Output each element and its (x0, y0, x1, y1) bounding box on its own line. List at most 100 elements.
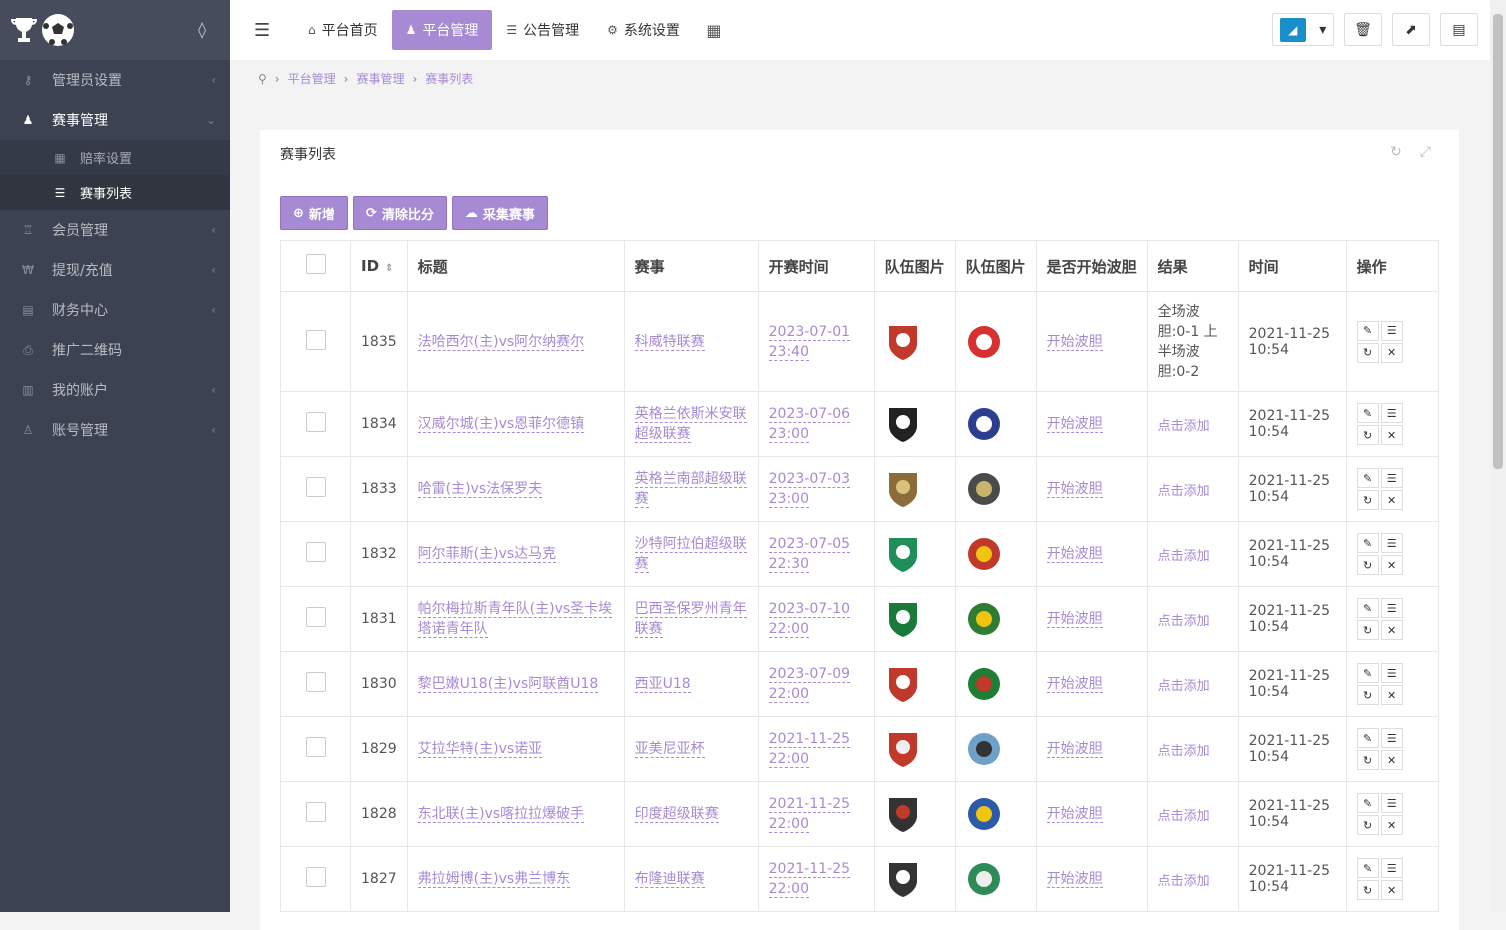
external-link-button[interactable]: ⬈ (1392, 13, 1430, 46)
scrollbar[interactable] (1490, 0, 1506, 912)
list-icon[interactable]: ☰ (1380, 793, 1403, 813)
match-title-link[interactable]: 东北联(主)vs喀拉拉爆破手 (417, 806, 585, 823)
match-title-link[interactable]: 汉威尔城(主)vs恩菲尔德镇 (417, 416, 585, 433)
add-result-link[interactable]: 点击添加 (1158, 874, 1210, 889)
select-all-checkbox[interactable] (305, 254, 326, 274)
start-time-link[interactable]: 2021-11-25 22:00 (768, 796, 851, 833)
refresh-icon[interactable]: ↻ (1356, 880, 1379, 900)
start-bodan-link[interactable]: 开始波胆 (1046, 741, 1103, 758)
list-icon[interactable]: ☰ (1380, 320, 1403, 341)
trash-button[interactable]: 🗑 (1344, 13, 1382, 46)
refresh-icon[interactable]: ↻ (1356, 425, 1379, 445)
start-bodan-link[interactable]: 开始波胆 (1046, 806, 1103, 823)
hamburger-menu-icon[interactable]: ☰ (254, 20, 280, 41)
start-time-link[interactable]: 2023-07-10 22:00 (768, 601, 851, 638)
row-checkbox[interactable] (305, 607, 326, 627)
breadcrumb-current[interactable]: 赛事列表 (425, 70, 473, 87)
nav-home[interactable]: ⌂ 平台首页 (294, 10, 392, 50)
start-bodan-link[interactable]: 开始波胆 (1046, 871, 1103, 888)
close-icon[interactable]: ✕ (1380, 490, 1403, 510)
start-time-link[interactable]: 2021-11-25 22:00 (768, 861, 851, 898)
edit-icon[interactable]: ✎ (1356, 403, 1379, 423)
edit-icon[interactable]: ✎ (1356, 728, 1379, 748)
sidebar-subitem-match-list[interactable]: ☰ 赛事列表 (0, 175, 230, 210)
league-link[interactable]: 亚美尼亚杯 (634, 741, 705, 758)
list-icon[interactable]: ☰ (1380, 858, 1403, 878)
refresh-icon[interactable]: ↻ (1356, 815, 1379, 835)
start-bodan-link[interactable]: 开始波胆 (1046, 416, 1103, 433)
match-title-link[interactable]: 阿尔菲斯(主)vs达马克 (417, 546, 557, 563)
close-icon[interactable]: ✕ (1380, 685, 1403, 705)
league-link[interactable]: 布隆迪联赛 (634, 871, 705, 888)
row-checkbox[interactable] (305, 477, 326, 497)
collect-match-button[interactable]: ☁ 采集赛事 (451, 196, 548, 230)
row-checkbox[interactable] (305, 802, 326, 822)
close-icon[interactable]: ✕ (1380, 880, 1403, 900)
add-result-link[interactable]: 点击添加 (1158, 614, 1210, 629)
close-icon[interactable]: ✕ (1380, 620, 1403, 640)
start-bodan-link[interactable]: 开始波胆 (1046, 546, 1103, 563)
list-icon[interactable]: ☰ (1380, 533, 1403, 553)
scrollbar-thumb[interactable] (1493, 14, 1503, 469)
apps-grid-icon[interactable]: ▦ (694, 21, 734, 40)
start-bodan-link[interactable]: 开始波胆 (1046, 676, 1103, 693)
refresh-icon[interactable]: ↻ (1356, 750, 1379, 770)
start-time-link[interactable]: 2023-07-01 23:40 (768, 323, 851, 361)
nav-platform[interactable]: ♟ 平台管理 (391, 10, 493, 50)
column-header-id[interactable]: ID ⇕ (350, 240, 408, 292)
sidebar-item-accounts[interactable]: ♙ 账号管理 ‹ (0, 410, 230, 450)
edit-icon[interactable]: ✎ (1356, 793, 1379, 813)
league-link[interactable]: 英格兰依斯米安联超级联赛 (634, 406, 747, 443)
close-icon[interactable]: ✕ (1380, 750, 1403, 770)
league-link[interactable]: 科威特联赛 (634, 333, 705, 351)
list-icon[interactable]: ☰ (1380, 468, 1403, 488)
clear-score-button[interactable]: ⟳ 清除比分 (352, 196, 447, 230)
league-link[interactable]: 印度超级联赛 (634, 806, 719, 823)
close-icon[interactable]: ✕ (1380, 425, 1403, 445)
nav-settings[interactable]: ⚙ 系统设置 (593, 10, 694, 50)
start-time-link[interactable]: 2023-07-05 22:30 (768, 536, 851, 573)
row-checkbox[interactable] (305, 672, 326, 692)
breadcrumb-link[interactable]: 赛事管理 (356, 70, 404, 87)
row-checkbox[interactable] (305, 737, 326, 757)
add-button[interactable]: ⊕ 新增 (280, 196, 348, 230)
add-result-link[interactable]: 点击添加 (1158, 484, 1210, 499)
sidebar-subitem-odds[interactable]: ▦ 赔率设置 (0, 140, 230, 175)
edit-icon[interactable]: ✎ (1356, 858, 1379, 878)
start-time-link[interactable]: 2023-07-03 23:00 (768, 471, 851, 508)
match-title-link[interactable]: 法哈西尔(主)vs阿尔纳赛尔 (417, 333, 585, 351)
close-icon[interactable]: ✕ (1380, 342, 1403, 363)
refresh-icon[interactable]: ↻ (1390, 144, 1402, 160)
match-title-link[interactable]: 哈雷(主)vs法保罗夫 (417, 481, 543, 498)
sidebar-item-withdraw[interactable]: ₩ 提现/充值 ‹ (0, 250, 230, 290)
league-link[interactable]: 英格兰南部超级联赛 (634, 471, 747, 508)
edit-icon[interactable]: ✎ (1356, 598, 1379, 618)
edit-icon[interactable]: ✎ (1356, 533, 1379, 553)
start-time-link[interactable]: 2023-07-06 23:00 (768, 406, 851, 443)
league-link[interactable]: 西亚U18 (634, 676, 691, 693)
fullscreen-icon[interactable]: ⤢ (1420, 144, 1431, 160)
refresh-icon[interactable]: ↻ (1356, 555, 1379, 575)
close-icon[interactable]: ✕ (1380, 555, 1403, 575)
sidebar-item-admin[interactable]: ⚷ 管理员设置 ‹ (0, 60, 230, 100)
sidebar-item-member[interactable]: ♖ 会员管理 ‹ (0, 210, 230, 250)
refresh-icon[interactable]: ↻ (1356, 620, 1379, 640)
league-link[interactable]: 巴西圣保罗州青年联赛 (634, 601, 747, 638)
add-result-link[interactable]: 点击添加 (1158, 549, 1210, 564)
menu-toggle-button[interactable]: ▤ (1440, 13, 1478, 46)
nav-notice[interactable]: ☰ 公告管理 (492, 10, 593, 50)
refresh-icon[interactable]: ↻ (1356, 685, 1379, 705)
breadcrumb-link[interactable]: 平台管理 (288, 70, 336, 87)
start-time-link[interactable]: 2021-11-25 22:00 (768, 731, 851, 768)
add-result-link[interactable]: 点击添加 (1158, 809, 1210, 824)
edit-icon[interactable]: ✎ (1356, 320, 1379, 341)
list-icon[interactable]: ☰ (1380, 403, 1403, 423)
add-result-link[interactable]: 点击添加 (1158, 744, 1210, 759)
league-link[interactable]: 沙特阿拉伯超级联赛 (634, 536, 747, 573)
match-title-link[interactable]: 艾拉华特(主)vs诺亚 (417, 741, 543, 758)
list-icon[interactable]: ☰ (1380, 598, 1403, 618)
match-title-link[interactable]: 帕尔梅拉斯青年队(主)vs圣卡埃塔诺青年队 (417, 601, 613, 638)
match-title-link[interactable]: 弗拉姆博(主)vs弗兰博东 (417, 871, 571, 888)
row-checkbox[interactable] (305, 542, 326, 562)
add-result-link[interactable]: 点击添加 (1158, 419, 1210, 434)
